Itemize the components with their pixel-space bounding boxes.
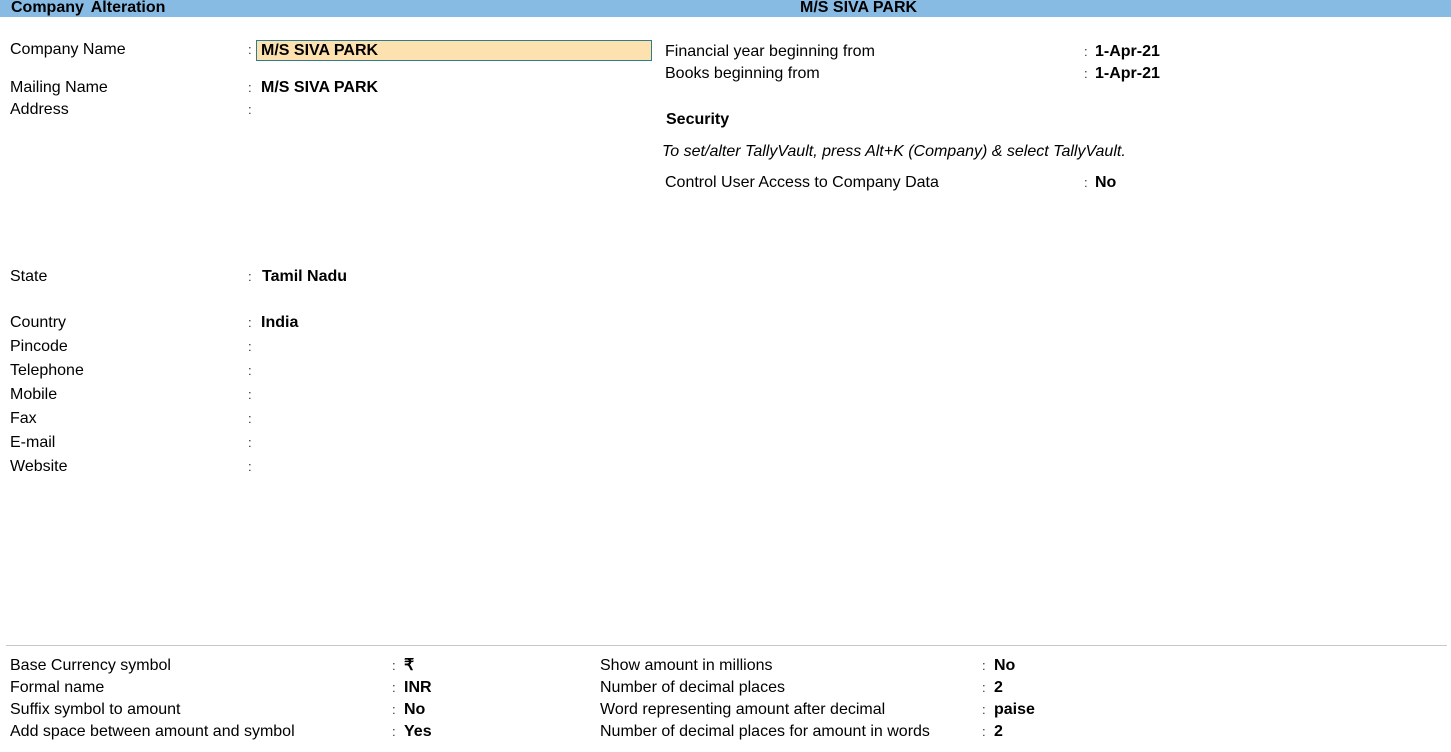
mobile-label: Mobile <box>10 386 58 403</box>
decimal-places-words-label: Number of decimal places for amount in w… <box>600 723 930 740</box>
colon: : <box>1084 66 1088 81</box>
colon: : <box>248 315 252 330</box>
tallyvault-note: To set/alter TallyVault, press Alt+K (Co… <box>662 143 1126 160</box>
pincode-label: Pincode <box>10 338 68 355</box>
state-field[interactable]: Tamil Nadu <box>262 267 347 287</box>
colon: : <box>248 363 252 378</box>
colon: : <box>248 339 252 354</box>
colon: : <box>248 102 252 117</box>
company-title: M/S SIVA PARK <box>800 0 918 16</box>
colon: : <box>982 702 986 717</box>
address-label: Address <box>10 101 69 118</box>
word-after-decimal-field[interactable]: paise <box>994 700 1035 720</box>
colon: : <box>248 435 252 450</box>
decimal-places-label: Number of decimal places <box>600 679 785 696</box>
colon: : <box>982 680 986 695</box>
add-space-label: Add space between amount and symbol <box>10 723 295 740</box>
decimal-places-words-field[interactable]: 2 <box>994 722 1003 742</box>
colon: : <box>392 702 396 717</box>
colon: : <box>248 269 252 284</box>
formal-name-field[interactable]: INR <box>404 678 432 698</box>
mailing-name-label: Mailing Name <box>10 79 108 96</box>
email-field[interactable] <box>261 433 461 453</box>
fy-begin-field[interactable]: 1-Apr-21 <box>1095 42 1160 62</box>
decimal-places-field[interactable]: 2 <box>994 678 1003 698</box>
state-label: State <box>10 268 48 285</box>
formal-name-label: Formal name <box>10 679 105 696</box>
books-begin-label: Books beginning from <box>665 65 820 82</box>
email-label: E-mail <box>10 434 56 451</box>
pincode-field[interactable] <box>261 337 461 357</box>
telephone-label: Telephone <box>10 362 84 379</box>
control-access-field[interactable]: No <box>1095 173 1116 193</box>
base-symbol-field[interactable]: ₹ <box>404 656 414 676</box>
colon: : <box>982 724 986 739</box>
books-begin-field[interactable]: 1-Apr-21 <box>1095 64 1160 84</box>
company-name-input[interactable]: M/S SIVA PARK <box>256 40 652 61</box>
country-label: Country <box>10 314 67 331</box>
company-name-label: Company Name <box>10 41 126 58</box>
colon: : <box>392 658 396 673</box>
website-label: Website <box>10 458 68 475</box>
colon: : <box>248 459 252 474</box>
show-millions-field[interactable]: No <box>994 656 1015 676</box>
section-divider <box>6 645 1447 646</box>
suffix-symbol-label: Suffix symbol to amount <box>10 701 181 718</box>
address-field[interactable] <box>261 100 641 250</box>
colon: : <box>248 80 252 95</box>
word-after-decimal-label: Word representing amount after decimal <box>600 701 886 718</box>
mobile-field[interactable] <box>261 385 461 405</box>
colon: : <box>248 411 252 426</box>
colon: : <box>248 387 252 402</box>
add-space-field[interactable]: Yes <box>404 722 432 742</box>
base-symbol-label: Base Currency symbol <box>10 657 171 674</box>
suffix-symbol-field[interactable]: No <box>404 700 425 720</box>
country-field[interactable]: India <box>261 313 298 333</box>
colon: : <box>248 42 252 57</box>
fy-begin-label: Financial year beginning from <box>665 43 875 60</box>
colon: : <box>1084 44 1088 59</box>
website-field[interactable] <box>261 457 461 477</box>
fax-label: Fax <box>10 410 37 427</box>
colon: : <box>392 680 396 695</box>
screen-title: Company Alteration <box>11 0 166 16</box>
colon: : <box>392 724 396 739</box>
control-access-label: Control User Access to Company Data <box>665 174 939 191</box>
title-bar: Company Alteration M/S SIVA PARK <box>0 0 1451 17</box>
fax-field[interactable] <box>261 409 461 429</box>
mailing-name-field[interactable]: M/S SIVA PARK <box>261 78 378 98</box>
telephone-field[interactable] <box>261 361 461 381</box>
security-heading: Security <box>666 111 730 128</box>
colon: : <box>1084 175 1088 190</box>
colon: : <box>982 658 986 673</box>
show-millions-label: Show amount in millions <box>600 657 773 674</box>
